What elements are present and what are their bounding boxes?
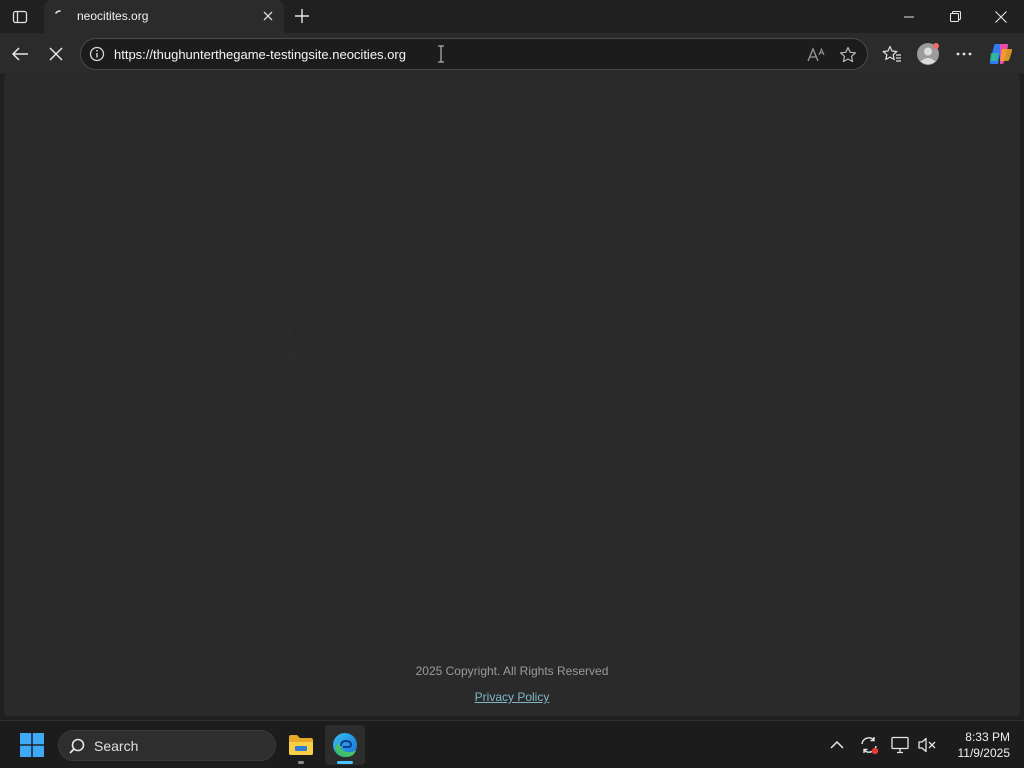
profile-icon bbox=[916, 42, 940, 66]
app-active-indicator bbox=[337, 761, 353, 764]
star-icon[interactable] bbox=[837, 44, 859, 66]
favorites-icon bbox=[882, 45, 902, 63]
taskbar-search-box[interactable]: Search bbox=[58, 730, 276, 761]
profile-button[interactable] bbox=[913, 39, 943, 69]
faint-graphic bbox=[212, 315, 340, 359]
copilot-icon bbox=[989, 43, 1013, 65]
edge-icon bbox=[332, 732, 358, 758]
url-input[interactable]: https://thughunterthegame-testingsite.ne… bbox=[114, 47, 406, 62]
tray-sound-button[interactable] bbox=[915, 733, 939, 757]
speaker-muted-icon bbox=[917, 736, 937, 754]
tab-actions-icon bbox=[12, 9, 28, 25]
loading-spinner-icon bbox=[52, 8, 68, 24]
search-label: Search bbox=[94, 738, 139, 754]
chevron-up-icon bbox=[830, 741, 844, 749]
search-icon bbox=[69, 738, 85, 754]
close-icon bbox=[995, 10, 1007, 23]
close-window-button[interactable] bbox=[978, 0, 1024, 33]
tray-network-button[interactable] bbox=[888, 733, 912, 757]
copilot-button[interactable] bbox=[986, 39, 1016, 69]
taskbar-file-explorer[interactable] bbox=[281, 725, 321, 765]
page-viewport: 2025 Copyright. All Rights Reserved Priv… bbox=[4, 74, 1020, 716]
tab-actions-button[interactable] bbox=[6, 4, 34, 30]
stop-loading-button[interactable] bbox=[41, 39, 71, 69]
start-button[interactable] bbox=[12, 726, 52, 764]
minimize-button[interactable] bbox=[886, 0, 932, 33]
footer-copyright: 2025 Copyright. All Rights Reserved bbox=[415, 664, 609, 678]
app-running-indicator bbox=[298, 761, 304, 764]
plus-icon bbox=[295, 9, 309, 23]
minimize-icon bbox=[904, 12, 914, 22]
arrow-left-icon bbox=[11, 46, 29, 62]
network-icon bbox=[890, 736, 910, 754]
address-bar[interactable]: https://thughunterthegame-testingsite.ne… bbox=[80, 38, 868, 70]
tab-title: neocitites.org bbox=[77, 9, 149, 23]
text-cursor-icon bbox=[437, 45, 445, 63]
tray-update-button[interactable] bbox=[857, 733, 881, 757]
browser-titlebar: neocitites.org bbox=[0, 0, 1024, 33]
read-aloud-icon[interactable] bbox=[805, 44, 827, 66]
clock-date: 11/9/2025 bbox=[957, 746, 1011, 760]
tray-overflow-button[interactable] bbox=[825, 733, 849, 757]
folder-icon bbox=[288, 734, 314, 756]
taskbar-edge[interactable] bbox=[325, 725, 365, 765]
info-icon[interactable] bbox=[88, 46, 106, 62]
tab-active[interactable]: neocitites.org bbox=[44, 0, 284, 33]
favorites-button[interactable] bbox=[877, 39, 907, 69]
back-button[interactable] bbox=[5, 39, 35, 69]
restore-button[interactable] bbox=[932, 0, 978, 33]
windows-icon bbox=[20, 733, 44, 757]
close-icon[interactable] bbox=[260, 8, 276, 24]
stop-loading-icon bbox=[49, 47, 63, 61]
update-sync-icon bbox=[859, 735, 879, 755]
more-button[interactable] bbox=[949, 39, 979, 69]
windows-taskbar: Search 8:33 PM 11/9/2025 bbox=[0, 720, 1024, 768]
new-tab-button[interactable] bbox=[289, 4, 315, 28]
privacy-policy-link[interactable]: Privacy Policy bbox=[4, 690, 1020, 704]
clock-time: 8:33 PM bbox=[965, 730, 1010, 744]
browser-toolbar: https://thughunterthegame-testingsite.ne… bbox=[0, 33, 1024, 74]
more-icon bbox=[956, 52, 972, 56]
restore-icon bbox=[949, 11, 961, 22]
taskbar-clock[interactable]: 8:33 PM 11/9/2025 bbox=[944, 729, 1011, 761]
